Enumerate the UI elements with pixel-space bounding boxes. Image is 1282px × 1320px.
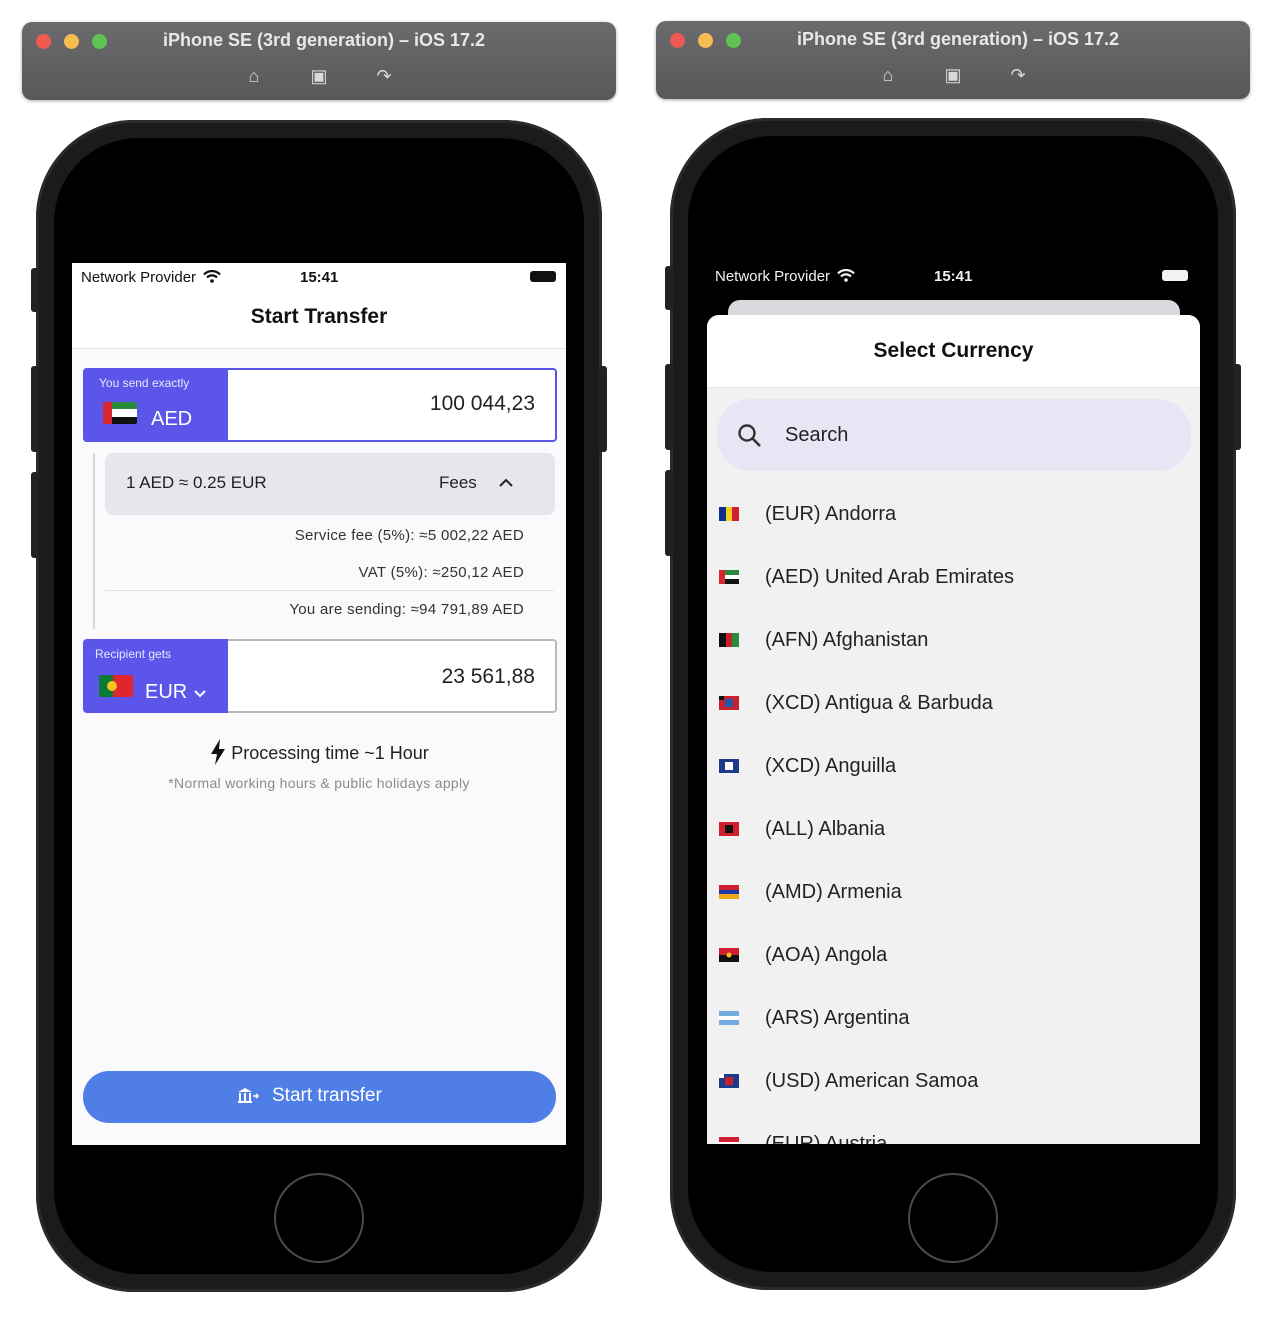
currency-item[interactable]: (XCD) Anguilla — [707, 737, 1200, 799]
send-amount-value: 100 044,23 — [429, 392, 535, 415]
currency-label: (AMD) Armenia — [765, 881, 902, 903]
currency-item[interactable]: (ARS) Argentina — [707, 989, 1200, 1051]
vat-fee: VAT (5%): ≈250,12 AED — [358, 564, 524, 581]
home-icon[interactable]: ⌂ — [876, 65, 900, 87]
currency-item[interactable]: (XCD) Antigua & Barbuda — [707, 674, 1200, 736]
simulator-titlebar: iPhone SE (3rd generation) – iOS 17.2 ⌂ … — [656, 21, 1250, 99]
home-button[interactable] — [274, 1173, 364, 1263]
currency-sheet: Select Currency Search (EUR) Andorra (AED… — [707, 315, 1200, 1144]
afghanistan-flag-icon — [719, 633, 739, 647]
app-screen: Network Provider 15:41 Start Transfer Yo… — [72, 263, 566, 1145]
fees-toggle[interactable]: 1 AED ≈ 0.25 EUR Fees — [105, 453, 555, 515]
phone-frame: Network Provider 15:41 Start Transfer Yo… — [31, 120, 607, 1292]
send-currency-code: AED — [151, 408, 193, 430]
receive-currency-selector[interactable]: Recipient gets EUR — [83, 639, 228, 713]
currency-label: (XCD) Anguilla — [765, 755, 897, 777]
battery-icon — [1162, 270, 1188, 281]
uae-flag-icon — [103, 402, 137, 424]
currency-item[interactable]: (AOA) Angola — [707, 926, 1200, 988]
currency-picker-screen: Network Provider 15:41 Select Currency S… — [706, 262, 1200, 1144]
processing-time: Processing time ~1 Hour — [72, 739, 566, 765]
currency-item[interactable]: (ALL) Albania — [707, 800, 1200, 862]
wifi-icon — [200, 269, 222, 286]
currency-label: (EUR) Andorra — [765, 503, 897, 525]
anguilla-flag-icon — [719, 759, 739, 773]
fees-label: Fees — [439, 473, 477, 492]
austria-flag-icon — [719, 1137, 739, 1144]
albania-flag-icon — [719, 822, 739, 836]
battery-icon — [530, 271, 556, 282]
currency-label: (USD) American Samoa — [765, 1070, 979, 1092]
currency-item[interactable]: (EUR) Andorra — [707, 485, 1200, 547]
working-hours-note: *Normal working hours & public holidays … — [168, 775, 470, 791]
american-samoa-flag-icon — [719, 1074, 739, 1088]
currency-label: (AOA) Angola — [765, 944, 888, 966]
rotate-icon[interactable]: ↷ — [372, 66, 396, 88]
currency-item[interactable]: (EUR) Austria — [707, 1115, 1200, 1144]
send-amount-field[interactable]: You send exactly AED 100 044,23 — [83, 368, 557, 442]
home-button[interactable] — [908, 1173, 998, 1263]
home-icon[interactable]: ⌂ — [242, 66, 266, 88]
chevron-up-icon — [497, 474, 515, 494]
search-icon — [737, 423, 763, 454]
chevron-down-icon — [193, 681, 207, 703]
search-input[interactable]: Search — [717, 399, 1191, 471]
sending-total: You are sending: ≈94 791,89 AED — [289, 601, 524, 618]
status-time: 15:41 — [934, 268, 973, 285]
currency-item[interactable]: (AMD) Armenia — [707, 863, 1200, 925]
receive-amount-value: 23 561,88 — [441, 665, 535, 688]
screenshot-icon[interactable]: ▣ — [307, 66, 331, 88]
angola-flag-icon — [719, 948, 739, 962]
currency-item[interactable]: (AED) United Arab Emirates — [707, 548, 1200, 610]
exchange-rate: 1 AED ≈ 0.25 EUR — [126, 473, 267, 492]
simulator-title: iPhone SE (3rd generation) – iOS 17.2 — [162, 30, 486, 50]
network-provider: Network Provider — [81, 269, 197, 286]
antigua-flag-icon — [719, 696, 739, 710]
send-currency-selector[interactable]: You send exactly AED — [83, 368, 228, 442]
currency-label: (ARS) Argentina — [765, 1007, 910, 1029]
armenia-flag-icon — [719, 885, 739, 899]
sheet-title: Select Currency — [873, 339, 1034, 362]
page-title: Start Transfer — [250, 305, 388, 328]
phone-frame: Network Provider 15:41 Select Currency S… — [665, 118, 1241, 1290]
service-fee: Service fee (5%): ≈5 002,22 AED — [294, 527, 524, 544]
start-transfer-label: Start transfer — [272, 1085, 382, 1106]
currency-label: (ALL) Albania — [765, 818, 886, 840]
simulator-title: iPhone SE (3rd generation) – iOS 17.2 — [796, 29, 1120, 49]
simulator-titlebar: iPhone SE (3rd generation) – iOS 17.2 ⌂ … — [22, 22, 616, 100]
wifi-icon — [834, 268, 856, 285]
andorra-flag-icon — [719, 507, 739, 521]
status-bar: Network Provider 15:41 — [706, 262, 1200, 290]
currency-label: (AED) United Arab Emirates — [765, 566, 1014, 588]
status-time: 15:41 — [300, 269, 339, 286]
bank-transfer-icon — [237, 1086, 260, 1112]
portugal-flag-icon — [99, 675, 133, 697]
currency-item[interactable]: (USD) American Samoa — [707, 1052, 1200, 1114]
currency-list: (EUR) Andorra (AED) United Arab Emirates (… — [707, 485, 1200, 1144]
search-placeholder: Search — [785, 424, 849, 446]
receive-amount-field[interactable]: Recipient gets EUR 23 561,88 — [83, 639, 557, 713]
uae-flag-icon — [719, 570, 739, 584]
receive-currency-code: EUR — [145, 681, 207, 704]
start-transfer-button[interactable]: Start transfer — [83, 1071, 556, 1123]
send-label: You send exactly — [99, 376, 190, 390]
network-provider: Network Provider — [715, 268, 831, 285]
currency-label: (EUR) Austria — [765, 1133, 888, 1144]
lightning-icon — [209, 739, 231, 765]
status-bar: Network Provider 15:41 — [72, 263, 566, 291]
screenshot-icon[interactable]: ▣ — [941, 65, 965, 87]
currency-label: (AFN) Afghanistan — [765, 629, 929, 651]
currency-item[interactable]: (AFN) Afghanistan — [707, 611, 1200, 673]
argentina-flag-icon — [719, 1011, 739, 1025]
receive-label: Recipient gets — [95, 647, 172, 661]
currency-label: (XCD) Antigua & Barbuda — [765, 692, 993, 714]
rotate-icon[interactable]: ↷ — [1006, 65, 1030, 87]
